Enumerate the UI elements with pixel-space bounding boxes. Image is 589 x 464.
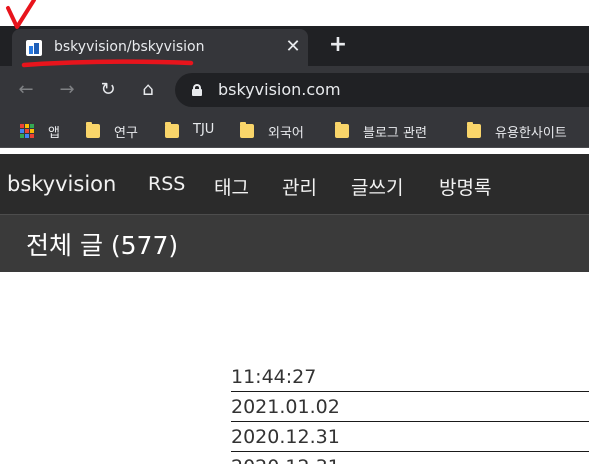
- blog-name-link[interactable]: bskyvision: [7, 172, 116, 196]
- bookmark-apps[interactable]: 앱: [20, 122, 70, 141]
- bookmark-label: 연구: [114, 126, 138, 141]
- bookmark-label: 블로그 관련: [363, 126, 427, 141]
- bookmark-label: 외국어: [268, 126, 304, 141]
- menu-tags[interactable]: 태그: [214, 173, 249, 200]
- site-favicon-icon: [26, 40, 42, 56]
- folder-icon: [86, 122, 100, 138]
- apps-grid-icon: [20, 124, 34, 138]
- menu-guestbook[interactable]: 방명록: [439, 173, 491, 200]
- bookmark-label: 유용한사이트: [495, 126, 567, 141]
- folder-icon: [240, 122, 254, 138]
- list-item[interactable]: 2020.12.31: [231, 422, 589, 452]
- browser-toolbar: ← → ↻ ⌂ bskyvision.com: [0, 66, 589, 114]
- bookmark-folder-blog[interactable]: 블로그 관련: [335, 122, 460, 141]
- bookmark-folder-tju[interactable]: TJU: [165, 122, 235, 140]
- menu-admin[interactable]: 관리: [282, 173, 317, 200]
- blog-header: bskyvision RSS 태그 관리 글쓰기 방명록: [0, 154, 589, 214]
- new-tab-button[interactable]: +: [326, 33, 350, 57]
- folder-icon: [165, 122, 179, 138]
- home-button[interactable]: ⌂: [136, 78, 160, 102]
- browser-tab[interactable]: bskyvision/bskyvision ✕: [12, 29, 308, 66]
- menu-write[interactable]: 글쓰기: [351, 173, 403, 200]
- folder-icon: [335, 122, 349, 138]
- close-tab-icon[interactable]: ✕: [282, 36, 304, 58]
- menu-rss[interactable]: RSS: [148, 173, 185, 195]
- list-item[interactable]: 2021.01.02: [231, 392, 589, 422]
- forward-button[interactable]: →: [55, 78, 79, 102]
- bookmark-label: TJU: [193, 122, 215, 137]
- browser-tab-strip: bskyvision/bskyvision ✕ +: [0, 26, 589, 66]
- bookmark-label: 앱: [48, 126, 60, 141]
- address-bar[interactable]: bskyvision.com: [175, 73, 589, 107]
- bookmark-folder-research[interactable]: 연구: [86, 122, 156, 141]
- post-list: 11:44:27 2021.01.02 2020.12.31 2020.12.3…: [231, 362, 589, 464]
- list-item[interactable]: 2020.12.31: [231, 452, 589, 464]
- lock-icon[interactable]: [192, 84, 202, 96]
- folder-icon: [467, 122, 481, 138]
- tab-title: bskyvision/bskyvision: [54, 39, 205, 55]
- bookmark-folder-languages[interactable]: 외국어: [240, 122, 330, 141]
- url-text[interactable]: bskyvision.com: [218, 80, 341, 99]
- bookmarks-bar: 앱 연구 TJU 외국어 블로그 관련 유용한사이트: [0, 114, 589, 148]
- page-title-bar: 전체 글 (577): [0, 214, 589, 272]
- back-button[interactable]: ←: [14, 78, 38, 102]
- page-title: 전체 글 (577): [26, 231, 179, 260]
- list-item[interactable]: 11:44:27: [231, 362, 589, 392]
- bookmark-folder-useful-sites[interactable]: 유용한사이트: [467, 122, 589, 141]
- reload-button[interactable]: ↻: [96, 78, 120, 102]
